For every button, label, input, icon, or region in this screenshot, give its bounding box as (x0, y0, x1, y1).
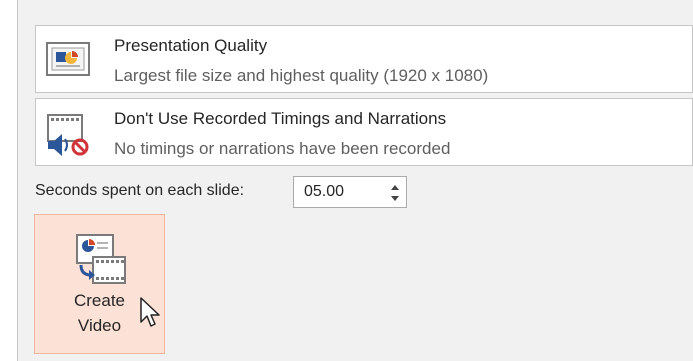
create-video-button[interactable]: Create Video (34, 214, 165, 354)
seconds-spinbox[interactable]: 05.00 (293, 176, 407, 208)
timings-subtitle: No timings or narrations have been recor… (114, 139, 451, 158)
create-video-icon (75, 233, 127, 289)
seconds-label: Seconds spent on each slide: (35, 182, 245, 199)
spin-down-icon[interactable] (390, 192, 400, 204)
spin-up-icon[interactable] (390, 180, 400, 192)
timings-dropdown[interactable]: Don't Use Recorded Timings and Narration… (35, 98, 693, 166)
quality-title: Presentation Quality (114, 36, 268, 55)
mouse-cursor-icon (139, 296, 163, 330)
presentation-quality-icon (44, 36, 92, 84)
quality-dropdown[interactable]: Presentation Quality Largest file size a… (35, 25, 693, 93)
timings-title: Don't Use Recorded Timings and Narration… (114, 109, 447, 128)
no-narration-icon (44, 109, 92, 157)
quality-subtitle: Largest file size and highest quality (1… (114, 66, 489, 85)
seconds-value[interactable]: 05.00 (304, 183, 344, 201)
